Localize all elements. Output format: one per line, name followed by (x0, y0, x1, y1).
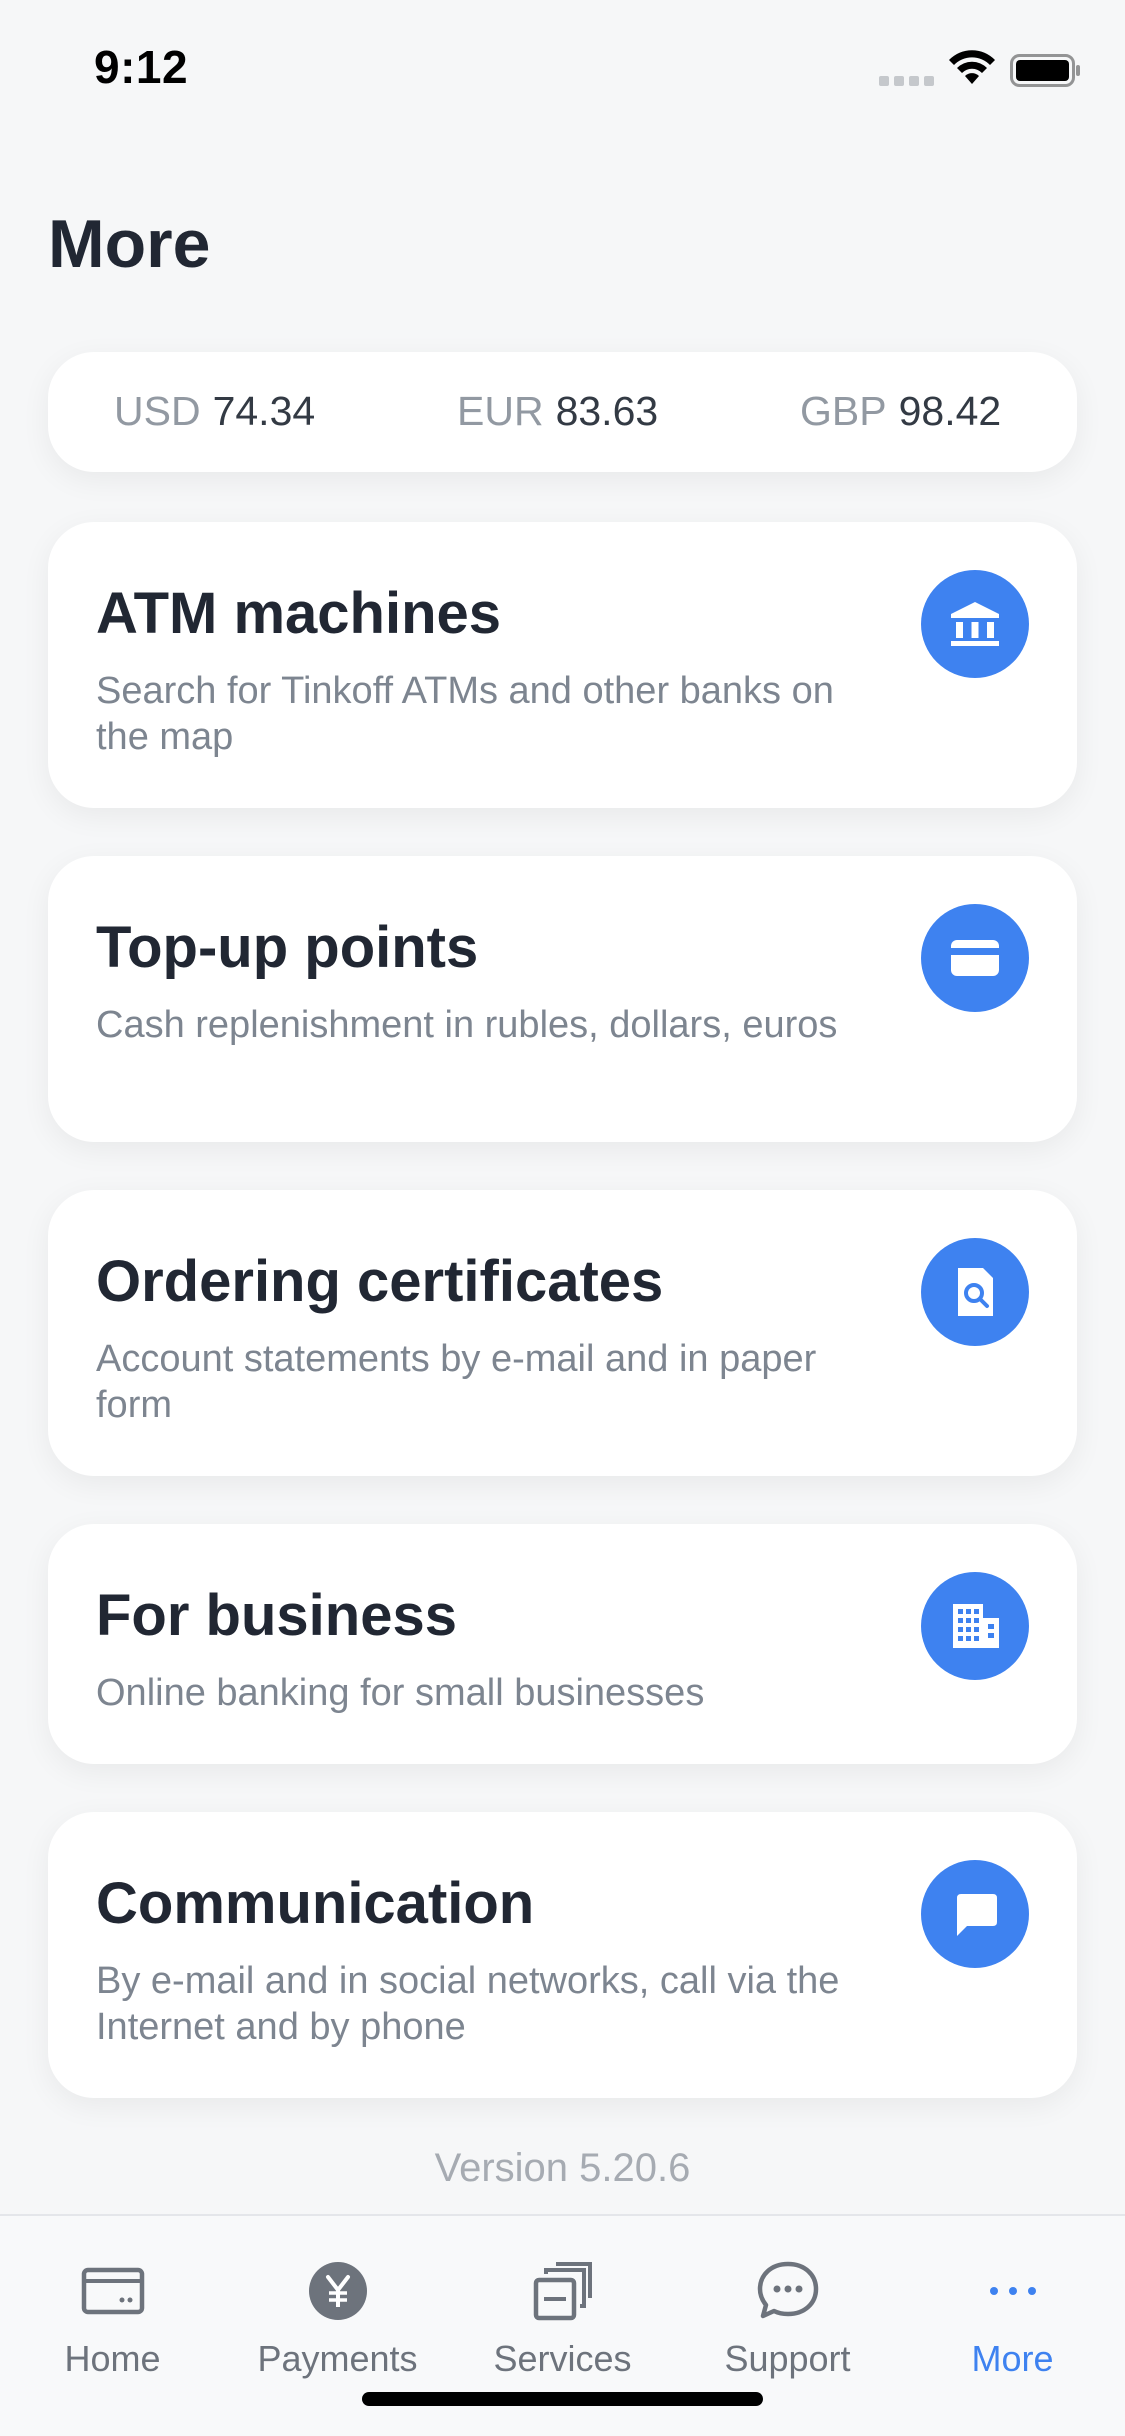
tab-label: Services (493, 2338, 632, 2379)
tab-home[interactable]: Home (0, 2256, 225, 2406)
more-screen: 9:12 More USD74.34 EUR83.63 GBP98.42 (0, 0, 1125, 2436)
rate-value: 83.63 (555, 388, 659, 434)
chat-icon (921, 1860, 1029, 1968)
card-description: Online banking for small businesses (96, 1672, 705, 1714)
wifi-icon (949, 50, 995, 84)
tab-services[interactable]: Services (450, 2256, 675, 2406)
rate-eur[interactable]: EUR 83.63 (457, 388, 658, 435)
card-title: Communication (96, 1871, 535, 1936)
document-search-icon (921, 1238, 1029, 1346)
yen-icon (308, 2262, 367, 2320)
menu-card-for-business[interactable]: For business Online banking for small bu… (48, 1524, 1077, 1764)
card-title: ATM machines (96, 581, 502, 646)
tab-support[interactable]: Support (675, 2256, 900, 2406)
rate-code: GBP (800, 388, 887, 434)
menu-card-ordering-certificates[interactable]: Ordering certificates Account statements… (48, 1190, 1077, 1476)
tab-more[interactable]: More (900, 2256, 1125, 2406)
card-description: Cash replenishment in rubles, dollars, e… (96, 1004, 838, 1046)
card-description: Search for Tinkoff ATMs and other banks … (96, 670, 834, 758)
card-title: Ordering certificates (96, 1249, 664, 1314)
rate-code: EUR (457, 388, 544, 434)
menu-card-communication[interactable]: Communication By e-mail and in social ne… (48, 1812, 1077, 2098)
card-title: For business (96, 1583, 457, 1648)
dots-icon (989, 2287, 1036, 2295)
battery-icon (1010, 54, 1080, 87)
rate-code: USD (114, 388, 201, 434)
currency-rates-card[interactable]: USD 74.34 EUR 83.63 GBP 98.42 (48, 352, 1077, 472)
tab-payments[interactable]: Payments (225, 2256, 450, 2406)
signal-icon (879, 76, 934, 86)
page-title: More (48, 206, 211, 282)
building-icon (921, 1572, 1029, 1680)
tab-label: Support (724, 2338, 851, 2379)
status-bar: 9:12 (0, 0, 1125, 135)
card-description: Account statements by e-mail and in pape… (96, 1338, 817, 1426)
rate-value: 74.34 (212, 388, 316, 434)
stack-icon (533, 2262, 592, 2321)
tab-label: More (971, 2338, 1054, 2379)
tab-label: Home (64, 2338, 161, 2379)
tab-label: Payments (257, 2338, 418, 2379)
home-indicator[interactable] (362, 2392, 763, 2406)
card-icon (921, 904, 1029, 1012)
rate-usd[interactable]: USD 74.34 (114, 388, 315, 435)
app-version: Version 5.20.6 (434, 2146, 691, 2190)
rate-value: 98.42 (898, 388, 1002, 434)
card-description: By e-mail and in social networks, call v… (96, 1960, 840, 2048)
wallet-icon (81, 2267, 144, 2315)
menu-card-top-up-points[interactable]: Top-up points Cash replenishment in rubl… (48, 856, 1077, 1142)
bank-icon (921, 570, 1029, 678)
card-title: Top-up points (96, 915, 479, 980)
menu-card-atm-machines[interactable]: ATM machines Search for Tinkoff ATMs and… (48, 522, 1077, 808)
status-time: 9:12 (94, 41, 189, 93)
rate-gbp[interactable]: GBP 98.42 (800, 388, 1001, 435)
speech-bubble-icon (757, 2261, 818, 2319)
